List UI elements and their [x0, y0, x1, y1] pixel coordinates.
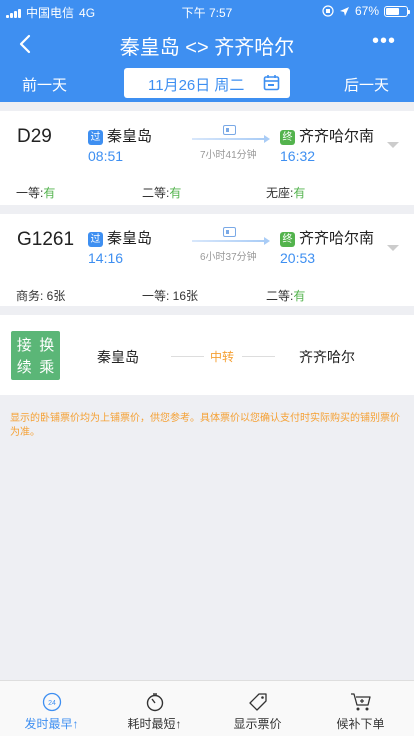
tab-label: 发时最早↑	[24, 717, 79, 731]
arrive-time: 20:53	[280, 250, 316, 266]
expand-chevron-icon[interactable]	[387, 142, 399, 148]
tab-shortest-duration[interactable]: 耗时最短↑	[103, 681, 206, 736]
arrive-time: 16:32	[280, 148, 316, 164]
stopwatch-icon	[146, 693, 163, 712]
bottom-tab-bar: 24 发时最早↑ 耗时最短↑ 显示票价 候补下单	[0, 680, 414, 736]
from-station: 过秦皇岛	[88, 227, 152, 248]
train-card-d29[interactable]: D29 过秦皇岛 08:51 7小时41分钟 终齐齐哈尔南 16:32 一等:有…	[0, 111, 414, 205]
price-notice: 显示的卧铺票价均为上铺票价，供您参考。具体票价以您确认支付时实际购买的铺别票价为…	[10, 413, 400, 438]
cart-icon	[350, 693, 371, 711]
page-title: 秦皇岛 <> 齐齐哈尔	[119, 37, 295, 59]
transfer-from-station: 秦皇岛	[97, 349, 139, 365]
id-card-icon	[223, 227, 236, 237]
id-card-icon	[223, 125, 236, 135]
status-bar: 中国电信 4G 下午 7:57 67%	[0, 0, 414, 22]
price-tag-icon	[248, 693, 267, 711]
next-day-button[interactable]: 后一天	[344, 74, 389, 95]
seat-business-class: 商务: 6张	[16, 289, 66, 303]
pass-badge: 过	[88, 130, 103, 145]
tab-label: 候补下单	[336, 717, 385, 731]
duration: 6小时37分钟	[200, 252, 257, 263]
to-station: 终齐齐哈尔南	[280, 227, 374, 248]
divider	[242, 356, 275, 357]
tab-waitlist-order[interactable]: 候补下单	[309, 681, 412, 736]
transfer-to-station: 齐齐哈尔	[299, 349, 355, 365]
date-label: 11月26日 周二	[148, 77, 245, 94]
duration: 7小时41分钟	[200, 150, 257, 161]
seat-second-class: 二等:有	[142, 186, 182, 200]
clock-24-icon: 24	[42, 692, 61, 712]
seat-no-seat: 无座:有	[266, 186, 306, 200]
terminal-badge: 终	[280, 232, 295, 247]
tab-label: 显示票价	[233, 717, 282, 731]
depart-time: 08:51	[88, 148, 124, 164]
train-number: G1261	[17, 229, 75, 250]
terminal-badge: 终	[280, 130, 295, 145]
date-picker[interactable]: 11月26日 周二	[124, 68, 290, 98]
date-bar: 前一天 11月26日 周二 后一天	[0, 66, 414, 102]
transfer-label: 中转	[210, 350, 235, 364]
transfer-card[interactable]: 接换 续乘 秦皇岛 中转 齐齐哈尔	[0, 315, 414, 395]
train-card-g1261[interactable]: G1261 过秦皇岛 14:16 6小时37分钟 终齐齐哈尔南 20:53 商务…	[0, 214, 414, 306]
depart-time: 14:16	[88, 250, 124, 266]
svg-text:24: 24	[48, 700, 56, 707]
tab-show-price[interactable]: 显示票价	[206, 681, 309, 736]
from-station: 过秦皇岛	[88, 125, 152, 146]
divider	[171, 356, 204, 357]
route-arrow	[192, 135, 270, 143]
train-number: D29	[17, 126, 52, 147]
transfer-icon: 接换 续乘	[11, 331, 60, 380]
chevron-left-icon[interactable]	[12, 30, 40, 58]
pass-badge: 过	[88, 232, 103, 247]
seat-first-class: 一等: 16张	[142, 289, 199, 303]
seat-first-class: 一等:有	[16, 186, 56, 200]
seat-second-class: 二等:有	[266, 289, 306, 303]
nav-bar: 秦皇岛 <> 齐齐哈尔 •••	[0, 22, 414, 66]
tab-label: 耗时最短↑	[127, 717, 182, 731]
route-arrow	[192, 237, 270, 245]
orientation-lock-icon	[322, 5, 334, 17]
location-arrow-icon	[339, 6, 349, 16]
more-menu-button[interactable]: •••	[372, 30, 396, 53]
expand-chevron-icon[interactable]	[387, 245, 399, 251]
battery-icon	[384, 5, 410, 17]
to-station: 终齐齐哈尔南	[280, 125, 374, 146]
calendar-icon	[263, 75, 280, 91]
prev-day-button[interactable]: 前一天	[22, 74, 67, 95]
battery-percent: 67%	[354, 4, 379, 18]
tab-depart-earliest[interactable]: 24 发时最早↑	[0, 681, 103, 736]
